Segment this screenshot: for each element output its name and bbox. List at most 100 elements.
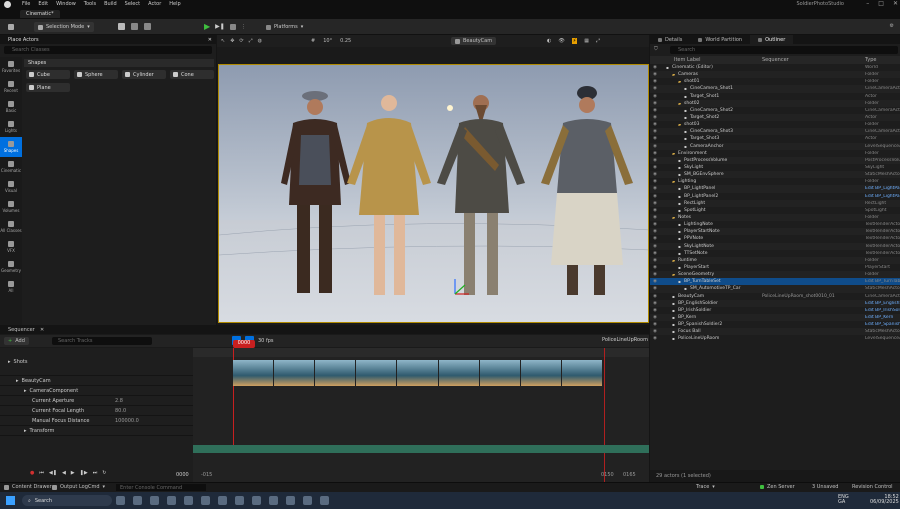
shot-thumbnail-strip[interactable] xyxy=(233,360,603,386)
visibility-eye-icon[interactable]: ◉ xyxy=(653,286,657,291)
sequencer-track[interactable]: Current Aperture 2.8 xyxy=(0,396,193,406)
outliner-row[interactable]: ◉ ▪CineCamera_Shot2 CineCameraActor xyxy=(650,107,900,114)
sequencer-timeline[interactable]: 0000 xyxy=(193,340,649,482)
outliner-row[interactable]: ◉ ▪PoliceLineUpRoom LevelSequenceActor xyxy=(650,335,900,342)
platforms-dropdown[interactable]: Platforms ▾ xyxy=(262,22,307,32)
discord-taskbar-icon[interactable] xyxy=(252,496,261,505)
transform-track-bar[interactable] xyxy=(193,445,649,453)
visibility-eye-icon[interactable]: ◉ xyxy=(653,94,657,99)
category-vfx[interactable]: VFX xyxy=(0,237,22,257)
console-input[interactable]: Enter Console Command xyxy=(116,484,206,491)
visibility-eye-icon[interactable]: ◉ xyxy=(653,165,657,170)
class-search-input[interactable]: Search Classes xyxy=(4,46,212,54)
add-content-icon[interactable] xyxy=(118,23,125,30)
visibility-eye-icon[interactable]: ◉ xyxy=(653,329,657,334)
outliner-row[interactable]: ◉ ▪ BP_EnglishSoldier Edit BP_EnglishS xyxy=(650,299,900,307)
expand-arrow-icon[interactable]: ▸ xyxy=(24,388,27,394)
menu-window[interactable]: Window xyxy=(56,1,76,7)
grid-snap-icon[interactable]: # xyxy=(311,38,315,44)
time-ruler[interactable] xyxy=(193,348,649,357)
close-icon[interactable]: ✕ xyxy=(893,0,898,7)
tab-outliner[interactable]: Outliner xyxy=(750,35,794,44)
category-cinematic[interactable]: Cinematic xyxy=(0,157,22,177)
outliner-row[interactable]: ◉ ▪ PlayerStart PlayerStart xyxy=(650,264,900,271)
visibility-eye-icon[interactable]: ◉ xyxy=(653,308,657,313)
category-basic[interactable]: Basic xyxy=(0,97,22,117)
realtime-icon[interactable]: ⚡ xyxy=(571,38,578,44)
outliner-row[interactable]: ◉ ▪ SkyLightNote TextRenderActor xyxy=(650,242,900,250)
select-icon[interactable]: ↖ xyxy=(221,38,225,44)
close-icon[interactable]: ✕ xyxy=(208,37,212,43)
outliner-row[interactable]: ◉ ▰ shot02 Folder xyxy=(650,99,900,107)
scale-snap-value[interactable]: 0.25 xyxy=(340,38,351,44)
col-type[interactable]: Type xyxy=(865,57,876,63)
outliner-row[interactable]: ◉ ▪ Target_Shot1 Actor xyxy=(650,93,900,100)
outliner-row[interactable]: ◉ ▪ Focus Ball StaticMeshActor xyxy=(650,328,900,336)
outliner-row[interactable]: ◉ ▰ Environment Folder xyxy=(650,150,900,157)
visibility-eye-icon[interactable]: ◉ xyxy=(653,272,657,277)
category-visual[interactable]: Visual xyxy=(0,177,22,197)
visibility-eye-icon[interactable]: ◉ xyxy=(653,144,657,149)
visibility-eye-icon[interactable]: ◉ xyxy=(653,122,657,127)
category-favorites[interactable]: Favorites xyxy=(0,57,22,77)
world-icon[interactable]: ◍ xyxy=(258,38,262,44)
file-explorer-taskbar-icon[interactable] xyxy=(116,496,125,505)
outliner-row[interactable]: ◉ ▪ RectLight RectLight xyxy=(650,199,900,207)
output-log-button[interactable]: Output Log xyxy=(52,484,88,490)
shape-plane[interactable]: Plane xyxy=(26,83,70,92)
camera-pilot-dropdown[interactable]: BeautyCam xyxy=(451,37,497,45)
edge-taskbar-icon[interactable] xyxy=(133,496,142,505)
visibility-eye-icon[interactable]: ◉ xyxy=(653,101,657,106)
menu-actor[interactable]: Actor xyxy=(148,1,161,7)
visibility-eye-icon[interactable]: ◉ xyxy=(653,301,657,306)
outliner-item-type[interactable]: Edit BP_IrishSold xyxy=(865,308,900,313)
outliner-row[interactable]: ◉ ▪ PPVNote TextRenderActor xyxy=(650,235,900,242)
visibility-eye-icon[interactable]: ◉ xyxy=(653,136,657,141)
category-lights[interactable]: Lights xyxy=(0,117,22,137)
category-volumes[interactable]: Volumes xyxy=(0,197,22,217)
track-search-input[interactable]: Search Tracks xyxy=(52,337,152,345)
visibility-eye-icon[interactable]: ◉ xyxy=(653,65,657,70)
shape-sphere[interactable]: Sphere xyxy=(74,70,118,79)
expand-arrow-icon[interactable]: ▸ xyxy=(8,359,11,365)
visibility-eye-icon[interactable]: ◉ xyxy=(653,336,657,341)
outliner-row[interactable]: ◉ ▪ BP_Kern Edit BP_Kern xyxy=(650,313,900,322)
tab-world-partition[interactable]: World Partition xyxy=(690,35,750,44)
visibility-eye-icon[interactable]: ◉ xyxy=(653,108,657,113)
col-item-label[interactable]: Item Label xyxy=(674,57,700,63)
minimize-icon[interactable]: – xyxy=(866,0,869,7)
menu-help[interactable]: Help xyxy=(169,1,180,7)
outliner-row[interactable]: ◉ ▪CineCamera_Shot1 CineCameraActor xyxy=(650,85,900,93)
menu-edit[interactable]: Edit xyxy=(38,1,48,7)
outliner-row[interactable]: ◉ ▪CameraAnchor LevelSequenceActor xyxy=(650,142,900,150)
sequencer-track[interactable]: ▸ Transform xyxy=(0,426,193,436)
terminal-taskbar-icon[interactable] xyxy=(218,496,227,505)
loop-icon[interactable]: ↻ xyxy=(102,470,106,476)
category-all[interactable]: All xyxy=(0,277,22,297)
step-back-icon[interactable]: ◀❚ xyxy=(49,470,57,476)
mail-taskbar-icon[interactable] xyxy=(167,496,176,505)
visibility-eye-icon[interactable]: ◉ xyxy=(653,294,657,299)
outliner-row[interactable]: ◉ ▪ LightingNote TextRenderActor xyxy=(650,221,900,228)
sequence-name-breadcrumb[interactable]: PoliceLineUpRoom xyxy=(602,337,648,343)
outliner-row[interactable]: ◉ ▪ BP_SpanishSoldier2 Edit BP_SpanishS xyxy=(650,321,900,328)
revision-control-button[interactable]: Revision Control xyxy=(852,484,893,490)
outliner-row[interactable]: ◉ ▪ Target_Shot3 Actor xyxy=(650,135,900,142)
view-start-frame[interactable]: -015 xyxy=(201,472,212,478)
rotate-icon[interactable]: ⟳ xyxy=(239,38,243,44)
steam-taskbar-icon[interactable] xyxy=(235,496,244,505)
tab-details[interactable]: Details xyxy=(650,35,690,44)
outliner-row[interactable]: ◉ ▪CineCamera_Shot3 CineCameraActor xyxy=(650,128,900,136)
record-icon[interactable]: ● xyxy=(30,470,34,476)
category-all-classes[interactable]: All Classes xyxy=(0,217,22,237)
outliner-row[interactable]: ◉ ▪ BP_IrishSoldier Edit BP_IrishSold xyxy=(650,307,900,314)
jump-start-icon[interactable]: ⏮ xyxy=(39,470,44,476)
photos-taskbar-icon[interactable] xyxy=(201,496,210,505)
outliner-row[interactable]: ◉ ▪ SkyLight SkyLight xyxy=(650,164,900,171)
outliner-row[interactable]: ◉ ▪BP_LightPanel2 Edit BP_LightPanel xyxy=(650,193,900,200)
outliner-row[interactable]: ◉ ▪ Cinematic (Editor) World xyxy=(650,64,900,71)
category-geometry[interactable]: Geometry xyxy=(0,257,22,277)
shape-cylinder[interactable]: Cylinder xyxy=(122,70,166,79)
rotation-snap-value[interactable]: 10° xyxy=(323,38,332,44)
outliner-row[interactable]: ◉ ▪ BeautyCam PoliceLineUpRoom_shot0010_01 C… xyxy=(650,293,900,300)
